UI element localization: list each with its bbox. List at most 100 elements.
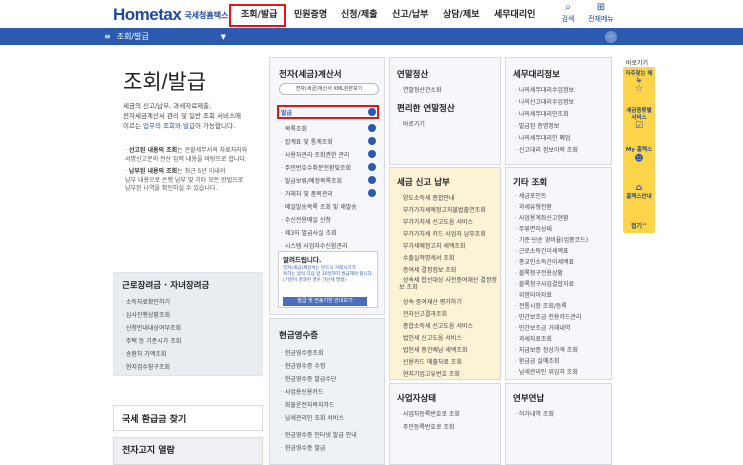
list-item[interactable]: 현금영수증 수정	[281, 361, 326, 370]
list-item[interactable]: 현지기업고유번호 조회	[399, 369, 460, 378]
list-item[interactable]: 현금영수증조회	[281, 348, 324, 357]
list-item[interactable]: 법인세 신고도움 서비스	[399, 333, 462, 342]
list-item[interactable]: 근로소득간이세액표	[515, 246, 569, 255]
list-item[interactable]: 수신전용메일 신청	[281, 215, 331, 224]
list-item[interactable]: 사업용계좌신고현황	[515, 213, 569, 222]
list-item[interactable]: 납세관리인 조회 서비스	[281, 413, 344, 422]
note-line: 납부된 나역을 확인하실 수 있습니다.	[125, 185, 218, 192]
list-item[interactable]: 거래처 및 품목관리	[281, 189, 333, 198]
list-item[interactable]: 블록청구사업결합자료	[515, 279, 574, 288]
list-item[interactable]: 세금포인트	[515, 191, 547, 200]
list-item[interactable]: 법인세 중간예납 세액조회	[399, 345, 468, 354]
list-item[interactable]: 증여세 결정정보 조회	[399, 265, 457, 274]
list-item[interactable]: 제3자 발급사실 조회	[281, 228, 337, 237]
list-item[interactable]: 신용카드 매출자료 조회	[399, 357, 462, 366]
list-item[interactable]: 기준·단순 경비율(업종코드)	[515, 235, 588, 244]
list-item[interactable]: 나의세무대리인 폐업	[515, 133, 571, 142]
list-item[interactable]: 환급금 실예조회	[515, 356, 560, 365]
all-menu-button[interactable]: ⊞ 전체메뉴	[585, 2, 617, 24]
etax-issue-highlight[interactable]	[277, 105, 379, 119]
collapse-label: 접기	[630, 223, 642, 230]
list-item[interactable]: 송환차 가액조회	[122, 349, 167, 358]
list-item[interactable]: 상속세 합산대상 사전증여재산 결정정보 조회	[399, 277, 497, 291]
list-item[interactable]: 양도소득세 종합안내	[399, 193, 455, 202]
list-item[interactable]: 현금영수증 발급수단	[281, 374, 337, 383]
all-menu-label: 전체메뉴	[588, 15, 614, 23]
list-item[interactable]: 주민등록번호로 조회	[399, 422, 455, 431]
quick-favorites[interactable]: 자주찾는 메뉴 ☆	[623, 71, 655, 95]
search-button[interactable]: ⌕ 검색	[555, 2, 581, 24]
list-item[interactable]: 심사진행상황조회	[122, 310, 170, 319]
list-item[interactable]: 전자신고결과조회	[399, 309, 447, 318]
quick-tax-services[interactable]: 세금종류별 서비스 ☑	[623, 108, 655, 132]
quick-item-label: 홈택스안내	[626, 194, 652, 200]
list-item[interactable]: 부가가치세예정고지불법출연조회	[399, 205, 486, 214]
list-item[interactable]: 합계표 및 통계조회	[281, 137, 333, 146]
list-item[interactable]: 화물운전자복지카드	[281, 400, 335, 409]
nav-civil-certificate[interactable]: 민원증명	[294, 7, 327, 20]
current-menu-dropdown[interactable]: ≡ 조회/발급 ▼	[104, 29, 230, 44]
list-item[interactable]: 지급보증 정상가격 조회	[515, 345, 578, 354]
list-item[interactable]: 주민번호수취분전환및조회	[281, 163, 351, 172]
nav-consult-report[interactable]: 상담/제보	[443, 7, 479, 20]
list-item[interactable]: 종교인소득간이세액표	[515, 257, 574, 266]
search-label: 검색	[561, 15, 575, 23]
list-item[interactable]: 시스템 사업자수신함관리	[281, 241, 348, 250]
list-item[interactable]: 부가세예정고지 세액조회	[399, 241, 466, 250]
list-item[interactable]: 소득자료확인하기	[122, 297, 170, 306]
list-item[interactable]: 과세자료조회	[515, 334, 552, 343]
list-item[interactable]: 납세관리인 위임자 조회	[515, 367, 578, 376]
list-item[interactable]: 바로가기	[399, 119, 425, 128]
list-item[interactable]: 현금영수증 인터넷 발급 안내	[281, 430, 357, 439]
deadline-guide-button[interactable]: 발급 및 전송기한 안내보기	[283, 297, 367, 306]
desc-line: 이르는 업무의 조회와 발급이 가능합니다.	[123, 121, 263, 131]
list-item[interactable]: 수출실적명세서 조회	[399, 253, 455, 262]
etax-issue-link[interactable]: 발급	[281, 108, 292, 117]
list-item[interactable]: 현지검수참구조회	[122, 362, 170, 371]
quick-my-hometax[interactable]: My 홈택스 ☻	[623, 147, 655, 165]
list-item[interactable]: 연말정산간소화	[399, 85, 442, 94]
list-item[interactable]: 발급보류/예정목록조회	[281, 176, 342, 185]
list-item[interactable]: 부가가치세 카드 사업자 납부조회	[399, 229, 486, 238]
more-icon[interactable]: ⋯	[605, 31, 617, 43]
etax-xml-view-button[interactable]: 전자(세금)계산서 XML원본보기	[279, 83, 379, 95]
e-notice-label: 전자고지 열람	[122, 446, 175, 456]
list-item[interactable]: 주류면허상태	[515, 224, 552, 233]
quick-collapse-button[interactable]: 접기^	[623, 221, 655, 230]
list-item[interactable]: 사업자등록번호로 조회	[399, 409, 460, 418]
hometax-logo[interactable]: Hometax 국세청홈택스	[113, 4, 228, 26]
list-item[interactable]: 메일발송목록 조회 및 재발송	[281, 202, 357, 211]
nav-report-pay[interactable]: 신고/납부	[392, 7, 428, 20]
nav-apply-submit[interactable]: 신청/제출	[341, 7, 377, 20]
home-icon: ⌂	[635, 183, 643, 193]
list-item[interactable]: 신고대리 정보이력 조회	[515, 145, 578, 154]
nav-tax-agent[interactable]: 세무대리인	[494, 7, 535, 20]
list-item[interactable]: 상속·증여재산 평가하기	[399, 297, 462, 306]
list-item[interactable]: 전통시장 조회/등록	[515, 301, 567, 310]
logo-subtitle: 국세청홈택스	[184, 10, 229, 20]
list-item[interactable]: 현금영수증 발급	[281, 443, 326, 452]
list-item[interactable]: 종합소득세 신고도움 서비스	[399, 321, 473, 330]
list-item[interactable]: 주택 등 기준시가 조회	[122, 336, 181, 345]
list-item[interactable]: 나의신고대리수임정보	[515, 97, 574, 106]
arrow-right-icon	[368, 124, 376, 132]
desc-line: 전자세금계산서 관리 및 일반 조회 서비스에	[123, 112, 241, 120]
list-item[interactable]: 민간보조금 전용카드관리	[515, 312, 582, 321]
list-item[interactable]: 블록청구전용상황	[515, 268, 563, 277]
list-item[interactable]: 위험되어자료	[515, 290, 552, 299]
desc-link[interactable]: 업무의 조회와 발급	[143, 122, 195, 130]
list-item[interactable]: 발급된 증명정보	[515, 121, 560, 130]
list-item[interactable]: 허가내역 조회	[515, 409, 554, 418]
list-item[interactable]: 나의세무대리인조회	[515, 109, 569, 118]
list-item[interactable]: 과세유형전환	[515, 202, 552, 211]
list-item[interactable]: 나의세무대리수임정보	[515, 85, 574, 94]
list-item[interactable]: 사업용신용카드	[281, 387, 324, 396]
alert-text: 전자(세금)계산서는 반드시 거래시기가 속하는 달의 다음 달 10일까지 발…	[283, 266, 375, 284]
list-item[interactable]: 사용자관리·조회권한 관리	[281, 150, 350, 159]
list-item[interactable]: 부가가치세 신고도움 서비스	[399, 217, 473, 226]
arrow-right-icon	[368, 150, 376, 158]
list-item[interactable]: 목록조회	[281, 124, 307, 133]
quick-hometax-guide[interactable]: ⌂ 홈택스안내	[623, 183, 655, 201]
list-item[interactable]: 민간보조금 거래내역	[515, 323, 571, 332]
list-item[interactable]: 신청안내대상여부조회	[122, 323, 181, 332]
